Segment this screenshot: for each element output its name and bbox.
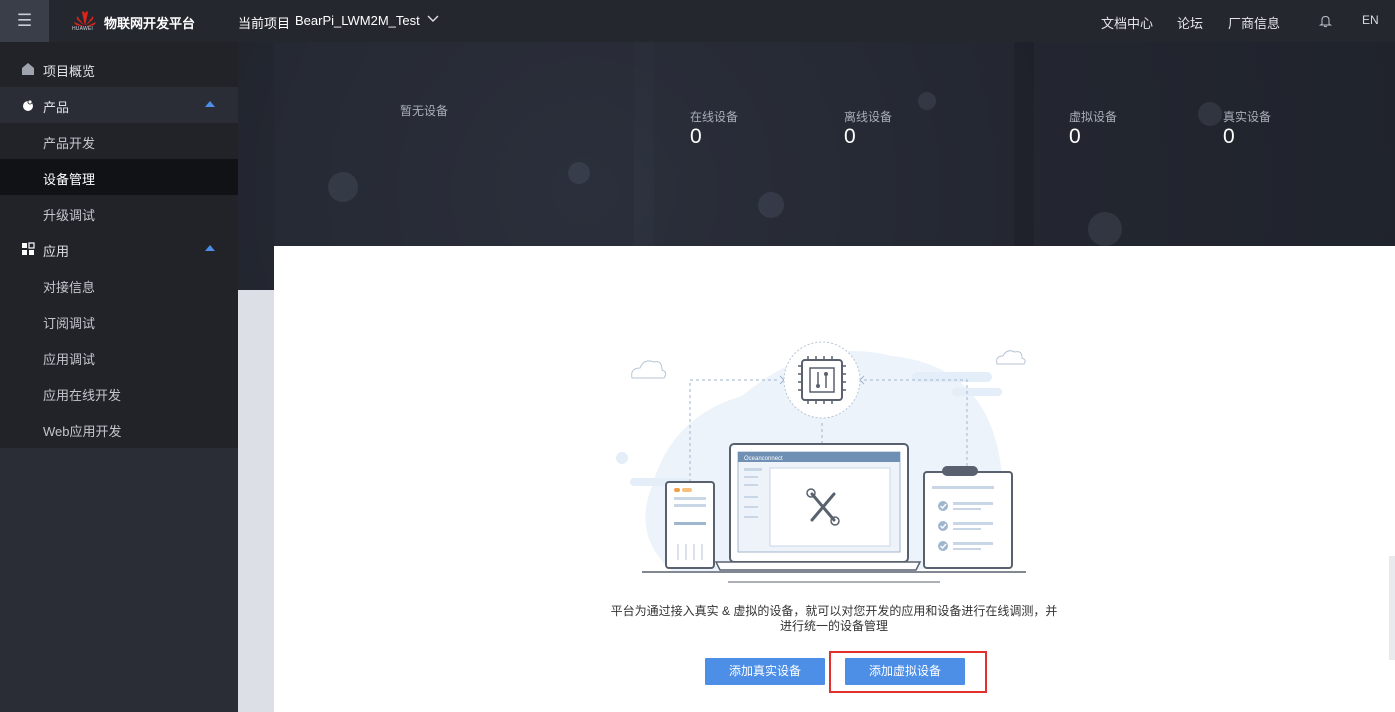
caret-up-icon — [205, 101, 215, 107]
sidebar-item-label: 设备管理 — [43, 172, 96, 187]
app-grid-icon — [22, 242, 35, 255]
sidebar-item-integration-info[interactable]: 对接信息 — [0, 267, 238, 303]
bokeh-dot — [328, 172, 358, 202]
sidebar-item-label: Web应用开发 — [43, 424, 122, 439]
sidebar-item-label: 应用在线开发 — [43, 388, 122, 403]
virtual-devices-label: 虚拟设备 — [1069, 110, 1118, 124]
description-line: 进行统一的设备管理 — [779, 619, 888, 633]
caret-up-icon — [205, 245, 215, 251]
sidebar-group-app[interactable]: 应用 — [0, 231, 238, 267]
sidebar-item-label: 对接信息 — [43, 280, 96, 295]
platform-title[interactable]: 物联网开发平台 — [104, 13, 195, 32]
top-bar: ☰ HUAWEI 物联网开发平台 当前项目 BearPi_LWM2M_Test … — [0, 0, 1395, 42]
stats-panel — [274, 42, 634, 246]
add-real-device-button[interactable]: 添加真实设备 — [705, 658, 825, 685]
sidebar-group-label: 产品 — [43, 100, 70, 115]
sidebar-item-device-management[interactable]: 设备管理 — [0, 159, 238, 195]
empty-state-card: Oceanconnect 平台为通过接入真实 & 虚拟的设备，就可以对您开发的应… — [274, 246, 1395, 712]
sidebar-item-label: 项目概览 — [43, 64, 96, 79]
bokeh-dot — [568, 162, 590, 184]
sidebar-item-web-app-dev[interactable]: Web应用开发 — [0, 411, 238, 447]
sidebar-item-label: 升级调试 — [43, 208, 96, 223]
sidebar-group-product[interactable]: 产品 — [0, 87, 238, 123]
online-devices-count: 0 — [690, 125, 702, 148]
home-icon — [22, 63, 34, 75]
stats-panel — [654, 42, 1014, 246]
no-device-label: 暂无设备 — [400, 104, 449, 118]
docs-link[interactable]: 文档中心 — [1101, 13, 1153, 32]
bokeh-dot — [918, 92, 936, 110]
sidebar-item-product-dev[interactable]: 产品开发 — [0, 123, 238, 159]
sidebar-item-label: 产品开发 — [43, 136, 96, 151]
description-line: 平台为通过接入真实 & 虚拟的设备，就可以对您开发的应用和设备进行在线调测，并 — [610, 604, 1058, 618]
bokeh-dot — [1198, 102, 1222, 126]
device-illustration: Oceanconnect — [616, 341, 1026, 583]
real-devices-label: 真实设备 — [1223, 110, 1272, 124]
language-switch[interactable]: EN — [1362, 13, 1379, 27]
chevron-down-icon[interactable] — [426, 12, 440, 26]
sidebar-item-subscription-debug[interactable]: 订阅调试 — [0, 303, 238, 339]
offline-devices-count: 0 — [844, 125, 856, 148]
sidebar: 项目概览 产品 产品开发 设备管理 升级调试 应用 对接信息 订阅调试 应用调试… — [0, 42, 238, 712]
sidebar-group-label: 应用 — [43, 244, 70, 259]
scrollbar[interactable] — [1389, 556, 1395, 660]
empty-state-description: 平台为通过接入真实 & 虚拟的设备，就可以对您开发的应用和设备进行在线调测，并 … — [604, 604, 1064, 634]
offline-devices-label: 离线设备 — [844, 110, 893, 124]
sidebar-item-label: 订阅调试 — [43, 316, 96, 331]
project-label: 当前项目 — [238, 16, 291, 31]
forum-link[interactable]: 论坛 — [1177, 13, 1203, 32]
bell-icon[interactable] — [1319, 14, 1332, 28]
logo-text: HUAWEI — [72, 26, 94, 32]
project-selector[interactable]: BearPi_LWM2M_Test — [295, 13, 420, 28]
online-devices-label: 在线设备 — [690, 110, 739, 124]
real-devices-count: 0 — [1223, 125, 1235, 148]
bokeh-dot — [758, 192, 784, 218]
sidebar-item-overview[interactable]: 项目概览 — [0, 51, 238, 87]
sidebar-item-upgrade-debug[interactable]: 升级调试 — [0, 195, 238, 231]
illustration-app-title: Oceanconnect — [744, 456, 783, 462]
product-icon — [23, 99, 33, 111]
sidebar-item-label: 应用调试 — [43, 352, 96, 367]
highlight-annotation — [829, 651, 987, 693]
sidebar-item-online-dev[interactable]: 应用在线开发 — [0, 375, 238, 411]
stats-panel — [1034, 42, 1395, 246]
vendor-info-link[interactable]: 厂商信息 — [1228, 13, 1280, 32]
menu-icon[interactable]: ☰ — [0, 0, 49, 42]
virtual-devices-count: 0 — [1069, 125, 1081, 148]
sidebar-item-app-debug[interactable]: 应用调试 — [0, 339, 238, 375]
bokeh-dot — [1088, 212, 1122, 246]
